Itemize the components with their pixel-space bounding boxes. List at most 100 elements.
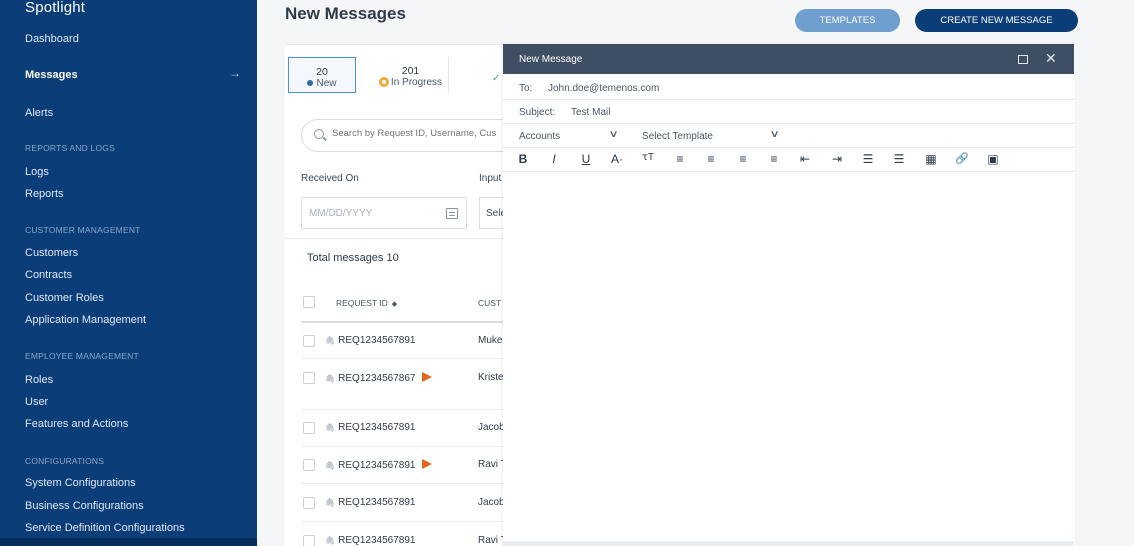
sort-icon[interactable]: ◆ [392, 301, 397, 308]
sidebar-item-service-def-config[interactable]: Service Definition Configurations [25, 522, 185, 534]
templates-button[interactable]: TEMPLATES [795, 9, 900, 32]
font-size-icon[interactable]: ꚍT [640, 152, 656, 163]
subject-row[interactable]: Subject: Test Mail [503, 100, 1074, 124]
check-circle-icon: ✓ [492, 73, 501, 84]
attachment-icon: 🖇 [325, 374, 336, 383]
search-icon [314, 129, 324, 139]
row-divider [301, 446, 503, 447]
priority-flag-icon [422, 372, 433, 382]
numbered-list-icon[interactable]: ☰ [891, 152, 907, 166]
chevron-down-icon[interactable]: ∨ [609, 129, 619, 140]
select-all-checkbox[interactable] [303, 296, 315, 308]
row-checkbox[interactable] [303, 459, 315, 471]
column-header-customer[interactable]: CUST [478, 298, 501, 308]
sidebar-item-alerts[interactable]: Alerts [25, 107, 53, 119]
expand-icon[interactable] [1018, 55, 1028, 64]
message-body-editor[interactable] [503, 173, 1074, 543]
request-id[interactable]: REQ1234567891 [338, 535, 415, 546]
underline-icon[interactable]: U [578, 152, 594, 166]
request-id[interactable]: REQ1234567891 [338, 497, 415, 508]
sidebar-section-customer: CUSTOMER MANAGEMENT [25, 225, 141, 235]
dialog-scrollbar[interactable] [503, 541, 1074, 546]
indent-icon[interactable]: ⇥ [829, 152, 845, 166]
request-id[interactable]: REQ1234567891 [338, 422, 415, 433]
bold-icon[interactable]: B [515, 152, 531, 166]
sidebar-item-features-actions[interactable]: Features and Actions [25, 418, 128, 430]
to-row[interactable]: To: John.doe@temenos.com [503, 76, 1074, 100]
outdent-icon[interactable]: ⇤ [797, 152, 813, 166]
date-picker[interactable]: MM/DD/YYYY [301, 197, 467, 229]
row-checkbox[interactable] [303, 497, 315, 509]
attachment-icon: 🖇 [325, 423, 336, 432]
sidebar-item-roles[interactable]: Roles [25, 374, 53, 386]
row-checkbox[interactable] [303, 335, 315, 347]
new-label: New [316, 78, 337, 89]
sidebar-item-logs[interactable]: Logs [25, 166, 49, 178]
priority-flag-icon [422, 459, 433, 469]
status-card-in-progress[interactable]: 201 In Progress [373, 57, 449, 93]
row-divider [301, 521, 503, 522]
align-left-icon[interactable]: ≡ [672, 152, 688, 166]
chevron-down-icon[interactable]: ∨ [770, 129, 780, 140]
sidebar: Spotlight Dashboard Messages → Alerts RE… [0, 0, 257, 546]
sidebar-item-customer-roles[interactable]: Customer Roles [25, 292, 104, 304]
sidebar-item-customers[interactable]: Customers [25, 247, 78, 259]
calendar-icon[interactable] [446, 208, 458, 219]
align-center-icon[interactable]: ≡ [703, 152, 719, 166]
sidebar-item-reports[interactable]: Reports [25, 188, 64, 200]
request-id[interactable]: REQ1234567867 [338, 373, 415, 384]
create-new-message-button[interactable]: CREATE NEW MESSAGE [915, 9, 1078, 32]
italic-icon[interactable]: I [546, 152, 562, 166]
sidebar-item-user[interactable]: User [25, 396, 48, 408]
bullet-list-icon[interactable]: ☰ [860, 152, 876, 166]
sidebar-section-employee: EMPLOYEE MANAGEMENT [25, 351, 139, 361]
search-input[interactable] [332, 128, 527, 139]
progress-count: 201 [401, 65, 420, 77]
sidebar-item-messages[interactable]: Messages [25, 69, 78, 81]
align-justify-icon[interactable]: ≡ [766, 152, 782, 166]
row-checkbox[interactable] [303, 372, 315, 384]
header-divider [301, 321, 503, 323]
search-bar[interactable] [301, 119, 531, 152]
formatting-toolbar: B I U A· ꚍT ≡ ≡ ≡ ≡ ⇤ ⇥ ☰ ☰ ▦ 🔗 ▣ [503, 148, 1074, 172]
customer-name: Ravi T [478, 459, 503, 470]
column-header-request-id[interactable]: REQUEST ID ◆ [336, 298, 397, 308]
request-id[interactable]: REQ1234567891 [338, 460, 415, 471]
subject-field[interactable]: Test Mail [571, 107, 610, 118]
to-field[interactable]: John.doe@temenos.com [548, 83, 659, 94]
status-card-new[interactable]: 20 New [288, 57, 356, 93]
sidebar-item-dashboard[interactable]: Dashboard [25, 33, 79, 45]
customer-name: Kriste [478, 372, 503, 383]
sidebar-item-contracts[interactable]: Contracts [25, 269, 72, 281]
customer-name: Ravi T [478, 535, 503, 546]
customer-name: Jacob [478, 497, 503, 508]
sidebar-section-reports: REPORTS AND LOGS [25, 143, 115, 153]
request-id[interactable]: REQ1234567891 [338, 335, 415, 346]
app-root: Spotlight Dashboard Messages → Alerts RE… [0, 0, 1134, 546]
attachment-icon: 🖇 [325, 498, 336, 507]
category-select[interactable]: Accounts [519, 131, 560, 142]
image-icon[interactable]: ▣ [985, 152, 1001, 166]
sidebar-item-business-config[interactable]: Business Configurations [25, 500, 144, 512]
row-divider [301, 483, 503, 484]
date-placeholder: MM/DD/YYYY [309, 208, 373, 219]
link-icon[interactable]: 🔗 [954, 152, 970, 165]
subject-label: Subject: [519, 107, 556, 118]
sidebar-item-system-config[interactable]: System Configurations [25, 477, 136, 489]
row-checkbox[interactable] [303, 535, 315, 546]
row-checkbox[interactable] [303, 422, 315, 434]
input-label: Input [479, 173, 502, 184]
sidebar-item-application-management[interactable]: Application Management [25, 314, 146, 326]
font-color-icon[interactable]: A· [609, 152, 625, 166]
dialog-title: New Message [519, 54, 583, 65]
attachment-icon: 🖇 [325, 536, 336, 545]
new-count: 20 [316, 66, 328, 78]
received-on-label: Received On [301, 173, 359, 184]
page-title: New Messages [285, 4, 406, 23]
table-icon[interactable]: ▦ [923, 152, 939, 166]
align-right-icon[interactable]: ≡ [735, 152, 751, 166]
template-select[interactable]: Select Template [642, 131, 713, 142]
close-icon[interactable]: ✕ [1045, 50, 1057, 67]
attachment-icon: 🖇 [325, 336, 336, 345]
attachment-icon: 🖇 [325, 461, 336, 470]
